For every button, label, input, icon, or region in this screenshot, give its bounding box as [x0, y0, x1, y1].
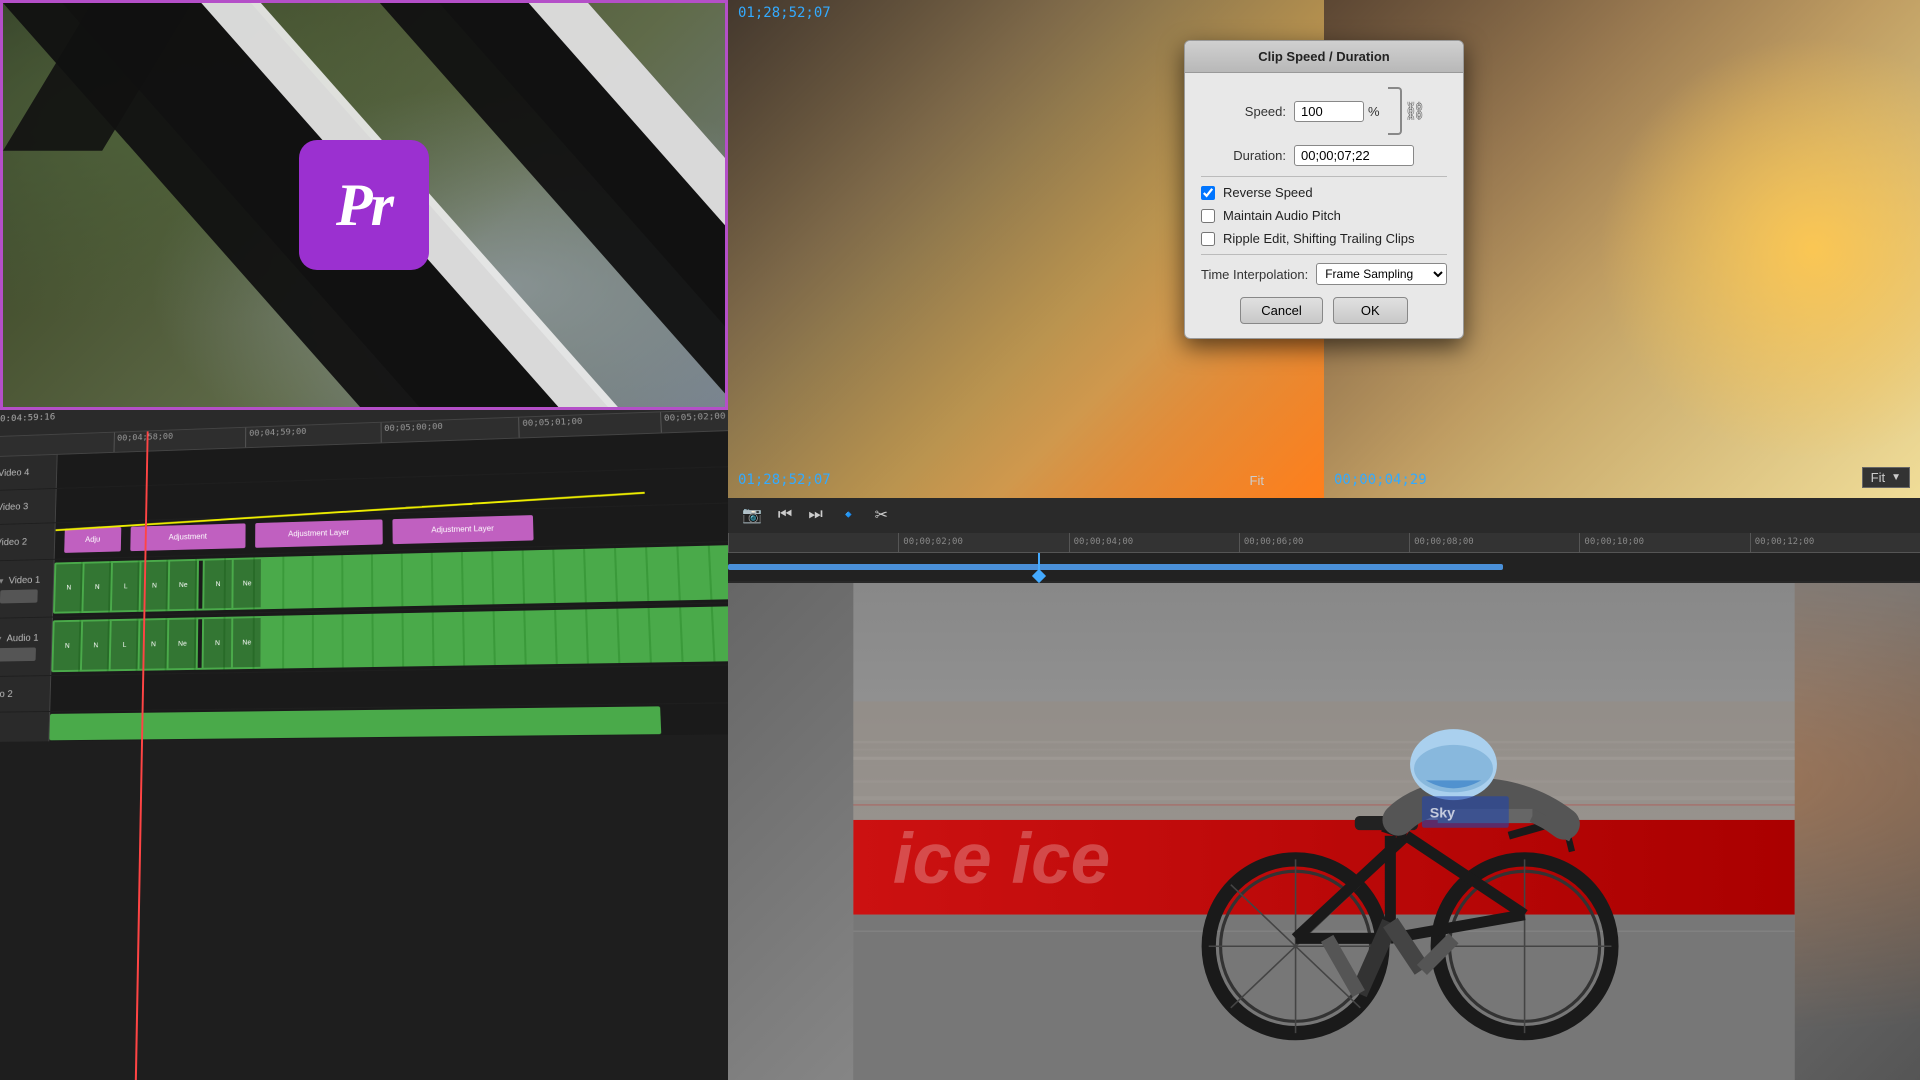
left-fit-label: Fit: [1250, 473, 1264, 488]
clip-adjustment-layer2[interactable]: Adjustment Layer: [392, 514, 533, 544]
chain-link-icon[interactable]: ⛓: [1404, 101, 1427, 122]
ruler-mark-0: [0, 432, 113, 456]
divider-2: [1201, 254, 1447, 255]
ruler-mark-5: 00;05;02;00: [659, 410, 728, 432]
interpolation-select[interactable]: Frame Sampling Frame Blending Optical Fl…: [1316, 263, 1447, 285]
speed-label: Speed:: [1201, 104, 1286, 119]
dialog-body: Speed: % ⛓ Duration:: [1185, 73, 1463, 338]
track-label-audio2: Audio 2: [0, 676, 51, 712]
track-label-audio1: ▼Audio 1: [0, 617, 53, 676]
next-frame-icon[interactable]: ⏭: [804, 502, 826, 528]
scrubber-area[interactable]: [728, 553, 1920, 581]
maintain-audio-checkbox[interactable]: [1201, 209, 1215, 223]
mark-0: [728, 533, 898, 552]
premiere-logo: Pr: [299, 140, 429, 270]
speed-blur-svg: ice ice: [728, 583, 1920, 1080]
track-label-video2: ▶Video 2: [0, 523, 55, 561]
right-fit-dropdown[interactable]: Fit ▼: [1862, 467, 1910, 488]
maintain-audio-row: Maintain Audio Pitch: [1201, 208, 1447, 223]
prev-frame-icon[interactable]: ⏮: [774, 502, 796, 528]
mark-6: 00;00;12;00: [1750, 533, 1920, 552]
clip-adjustment-layer1[interactable]: Adjustment Layer: [255, 519, 383, 548]
timeline-perspective: 00:04:59:16 00;04;58;00 00;04;59;00 00;0…: [0, 410, 728, 1080]
reverse-speed-row: Reverse Speed: [1201, 185, 1447, 200]
interpolation-label: Time Interpolation:: [1201, 267, 1308, 282]
duration-label: Duration:: [1201, 148, 1286, 163]
mark-4: 00;00;08;00: [1409, 533, 1579, 552]
speed-unit: %: [1368, 104, 1380, 119]
fit-dropdown-arrow: ▼: [1891, 472, 1901, 483]
playhead-diamond: [1032, 568, 1046, 582]
mark-2: 00;00;04;00: [1069, 533, 1239, 552]
dialog-title: Clip Speed / Duration: [1258, 49, 1389, 64]
timeline-bottom: 00;00;02;00 00;00;04;00 00;00;06;00 00;0…: [728, 533, 1920, 583]
mark-1: 00;00;02;00: [898, 533, 1068, 552]
cancel-button[interactable]: Cancel: [1240, 297, 1322, 324]
clip-adjustment1[interactable]: Adjustment: [130, 523, 245, 551]
track-toggle-a1[interactable]: [0, 646, 35, 660]
scrubber-fill: [728, 564, 1503, 570]
preview-area: 01;28;52;07 01;28;52;07 Fit 00;00;04;29 …: [728, 0, 1920, 498]
speed-row: Speed: % ⛓: [1201, 87, 1447, 135]
premiere-logo-panel: Pr: [0, 0, 728, 410]
maintain-audio-label: Maintain Audio Pitch: [1223, 208, 1341, 223]
duration-input[interactable]: [1294, 145, 1414, 166]
controls-row: 📷 ⏮ ⏭ 🔹 ✂: [728, 498, 1920, 533]
svg-text:Sky: Sky: [1430, 805, 1455, 821]
timeline-inner: 00:04:59:16 00;04;58;00 00;04;59;00 00;0…: [0, 410, 728, 1080]
trim-icon[interactable]: ✂: [871, 501, 892, 529]
camera-icon[interactable]: 📷: [738, 501, 766, 529]
video-editor-panel: 01;28;52;07 01;28;52;07 Fit 00;00;04;29 …: [728, 0, 1920, 1080]
dialog-buttons: Cancel OK: [1201, 297, 1447, 324]
reverse-speed-checkbox[interactable]: [1201, 186, 1215, 200]
explosion-light: [1562, 0, 1920, 498]
ripple-edit-label: Ripple Edit, Shifting Trailing Clips: [1223, 231, 1414, 246]
speed-input[interactable]: [1294, 101, 1364, 122]
cyclist-panel: ice ice: [728, 583, 1920, 1080]
track-label-video4: ▶Video 4: [0, 454, 57, 490]
timecode-display: 00:04:59:16: [0, 412, 55, 424]
right-timecode: 00;00;04;29: [1334, 472, 1427, 488]
marker-icon[interactable]: 🔹: [835, 501, 863, 529]
duration-row: Duration:: [1201, 145, 1447, 166]
track-label-video3: ▶Video 3: [0, 488, 56, 524]
left-timecode: 01;28;52;07: [738, 5, 831, 21]
premiere-logo-text: Pr: [336, 171, 392, 240]
link-bracket: [1388, 87, 1402, 135]
fit-dropdown-label: Fit: [1871, 470, 1885, 485]
bracket-top: [1388, 87, 1402, 111]
mark-5: 00;00;10;00: [1579, 533, 1749, 552]
ripple-edit-row: Ripple Edit, Shifting Trailing Clips: [1201, 231, 1447, 246]
track-label-bottom: [0, 711, 50, 741]
track-label-video1: ▼Video 1: [0, 559, 54, 617]
clip-adju[interactable]: Adju: [64, 526, 121, 553]
timeline-panel: 00:04:59:16 00;04;58;00 00;04;59;00 00;0…: [0, 410, 728, 1080]
timeline-ruler: 00;00;02;00 00;00;04;00 00;00;06;00 00;0…: [728, 533, 1920, 553]
ok-button[interactable]: OK: [1333, 297, 1408, 324]
interpolation-row: Time Interpolation: Frame Sampling Frame…: [1201, 263, 1447, 285]
svg-text:ice ice: ice ice: [893, 820, 1110, 899]
reverse-speed-label: Reverse Speed: [1223, 185, 1313, 200]
cyclist-background: ice ice: [728, 583, 1920, 1080]
left-timecode-bottom: 01;28;52;07: [738, 472, 831, 488]
divider-1: [1201, 176, 1447, 177]
dialog-title-bar: Clip Speed / Duration: [1185, 41, 1463, 73]
mark-3: 00;00;06;00: [1239, 533, 1409, 552]
clip-speed-dialog: Clip Speed / Duration Speed: %: [1184, 40, 1464, 339]
ripple-edit-checkbox[interactable]: [1201, 232, 1215, 246]
bracket-bottom: [1388, 111, 1402, 135]
track-toggle-v1[interactable]: [0, 588, 37, 602]
